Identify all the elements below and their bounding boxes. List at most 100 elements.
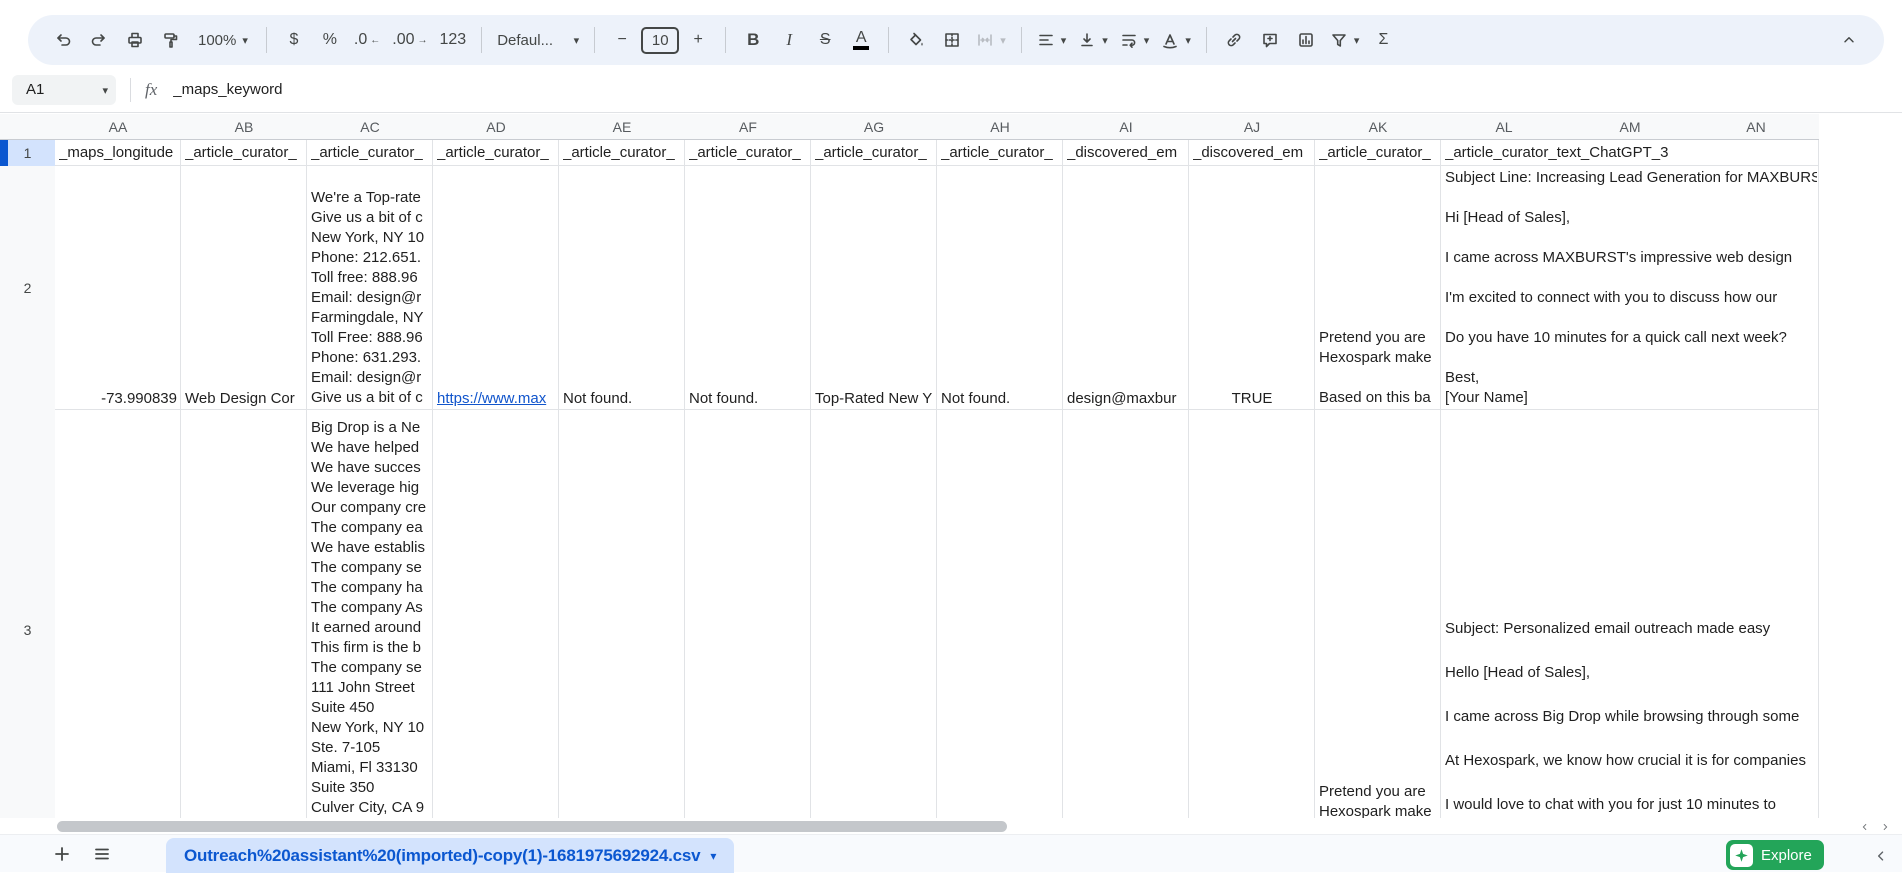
zoom-select[interactable]: 100% — [190, 23, 256, 57]
column-header-AA[interactable]: AA — [55, 114, 181, 140]
cell-AG1[interactable]: _article_curator_ — [815, 140, 933, 166]
cell-AE1[interactable]: _article_curator_ — [563, 140, 681, 166]
cell-AL1[interactable]: _article_curator_text_ChatGPT_3 — [1445, 140, 1819, 166]
print-button[interactable] — [118, 23, 152, 57]
cell-AD1[interactable]: _article_curator_ — [437, 140, 555, 166]
cell-AB1[interactable]: _article_curator_ — [185, 140, 303, 166]
formula-input[interactable]: _maps_keyword — [173, 81, 282, 98]
all-sheets-button[interactable] — [82, 837, 122, 871]
sheet-tab-caret[interactable]: ▾ — [710, 849, 716, 863]
redo-button[interactable] — [82, 23, 116, 57]
cell-link[interactable]: https://www.max — [437, 390, 546, 407]
column-header-AH[interactable]: AH — [937, 114, 1063, 140]
insert-chart-button[interactable] — [1289, 23, 1323, 57]
cell-AC1[interactable]: _article_curator_ — [311, 140, 429, 166]
font-size-input[interactable]: 10 — [641, 26, 680, 54]
cell-AI1[interactable]: _discovered_em — [1067, 140, 1185, 166]
percent-label: % — [322, 31, 338, 48]
paint-format-button[interactable] — [154, 23, 188, 57]
cell-AK2[interactable]: Pretend you are Hexospark make Based on … — [1319, 328, 1439, 408]
column-header-AM[interactable]: AM — [1567, 114, 1693, 140]
fill-color-button[interactable] — [899, 23, 933, 57]
column-header-AC[interactable]: AC — [307, 114, 433, 140]
menu-icon — [95, 848, 109, 859]
toolbar-separator — [725, 27, 727, 53]
text-wrap-button[interactable] — [1115, 23, 1155, 57]
borders-button[interactable] — [935, 23, 969, 57]
cell-AC3[interactable]: Big Drop is a Ne We have helped We have … — [311, 418, 431, 818]
cell-AL3[interactable]: Subject: Personalized email outreach mad… — [1445, 618, 1817, 818]
increase-decimals-button[interactable]: .00 — [387, 23, 432, 57]
decrease-decimals-button[interactable]: .0 — [349, 23, 385, 57]
vertical-align-button[interactable] — [1073, 23, 1113, 57]
scroll-left-button[interactable] — [1856, 820, 1873, 833]
cell-AK3[interactable]: Pretend you are Hexospark make — [1319, 782, 1439, 818]
cell-AG2[interactable]: Top-Rated New Y — [815, 389, 933, 409]
format-currency-button[interactable]: $ — [277, 23, 311, 57]
explore-button[interactable]: Explore — [1726, 840, 1824, 870]
cell-AK1[interactable]: _article_curator_ — [1319, 140, 1437, 166]
column-header-AJ[interactable]: AJ — [1189, 114, 1315, 140]
insert-comment-button[interactable] — [1253, 23, 1287, 57]
horizontal-scrollbar-thumb[interactable] — [57, 821, 1007, 832]
column-header-AD[interactable]: AD — [433, 114, 559, 140]
cell-AJ1[interactable]: _discovered_em — [1193, 140, 1311, 166]
horizontal-align-button[interactable] — [1032, 23, 1072, 57]
toolbar-separator — [1205, 27, 1207, 53]
cell-AH1[interactable]: _article_curator_ — [941, 140, 1059, 166]
paint-roller-icon — [164, 33, 178, 48]
cell-AE2[interactable]: Not found. — [563, 389, 681, 409]
cell-AC2[interactable]: We're a Top-rate Give us a bit of c New … — [311, 188, 431, 408]
collapse-toolbar-button[interactable] — [1832, 23, 1866, 57]
undo-button[interactable] — [46, 23, 80, 57]
column-header-AB[interactable]: AB — [181, 114, 307, 140]
cell-AH2[interactable]: Not found. — [941, 389, 1059, 409]
scroll-right-button[interactable] — [1876, 820, 1893, 833]
font-select[interactable]: Defaul... — [492, 23, 584, 57]
column-header-AN[interactable]: AN — [1693, 114, 1819, 140]
decrease-font-size-button[interactable]: − — [605, 23, 639, 57]
column-header-AE[interactable]: AE — [559, 114, 685, 140]
column-header-AI[interactable]: AI — [1063, 114, 1189, 140]
merge-cells-button[interactable] — [971, 23, 1011, 57]
cell-AA2[interactable]: -73.990839 — [55, 389, 177, 409]
format-percent-button[interactable]: % — [313, 23, 347, 57]
name-box[interactable]: A1 — [12, 74, 116, 105]
chart-icon — [1299, 33, 1313, 47]
cell-AL2[interactable]: Subject Line: Increasing Lead Generation… — [1445, 168, 1817, 408]
row-header-3[interactable]: 3 — [0, 410, 55, 818]
cell-AF1[interactable]: _article_curator_ — [689, 140, 807, 166]
bold-button[interactable]: B — [736, 23, 770, 57]
sheet-tab-active[interactable]: Outreach%20assistant%20(imported)-copy(1… — [166, 838, 735, 873]
column-header-AL[interactable]: AL — [1441, 114, 1567, 140]
increase-font-size-button[interactable]: + — [681, 23, 715, 57]
strikethrough-button[interactable]: S — [808, 23, 842, 57]
cell-AJ2[interactable]: TRUE — [1189, 389, 1315, 409]
more-formats-button[interactable]: 123 — [435, 23, 472, 57]
text-rotation-button[interactable] — [1156, 23, 1196, 57]
filter-button[interactable] — [1325, 23, 1365, 57]
select-all-corner[interactable] — [0, 114, 55, 140]
column-header-AK[interactable]: AK — [1315, 114, 1441, 140]
functions-button[interactable]: Σ — [1366, 23, 1400, 57]
row-header-2[interactable]: 2 — [0, 166, 55, 410]
cell-AB2[interactable]: Web Design Cor — [185, 389, 303, 409]
explore-label: Explore — [1761, 846, 1812, 864]
chevron-right-icon — [1883, 823, 1887, 830]
cell-AA1[interactable]: _maps_longitude — [59, 140, 177, 166]
cell-AD2[interactable]: https://www.max — [437, 389, 555, 409]
collapse-panel-button[interactable] — [1868, 843, 1894, 869]
column-header-AG[interactable]: AG — [811, 114, 937, 140]
text-color-button[interactable]: A — [844, 23, 878, 57]
cell-AI2[interactable]: design@maxbur — [1067, 389, 1185, 409]
insert-link-button[interactable] — [1217, 23, 1251, 57]
add-sheet-button[interactable] — [42, 837, 82, 871]
row-header-1[interactable]: 1 — [0, 140, 55, 166]
cell-AF2[interactable]: Not found. — [689, 389, 807, 409]
bold-label: B — [747, 30, 760, 49]
column-header-AF[interactable]: AF — [685, 114, 811, 140]
sheet-tab-name: Outreach%20assistant%20(imported)-copy(1… — [184, 845, 701, 865]
italic-button[interactable]: I — [772, 23, 806, 57]
sheet-grid[interactable]: AA AB AC AD AE AF AG AH AI AJ AK AL AM A… — [0, 114, 1902, 818]
align-left-icon — [1038, 34, 1053, 46]
